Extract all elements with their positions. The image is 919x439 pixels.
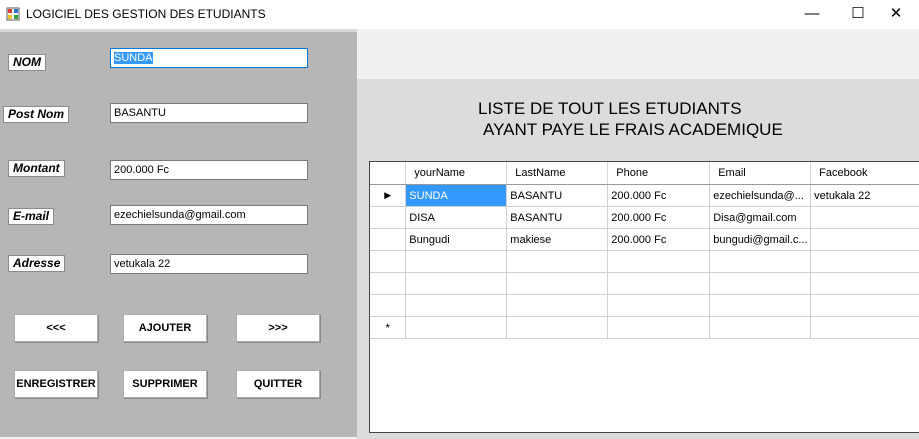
- table-row-new[interactable]: *: [370, 316, 919, 339]
- table-row[interactable]: ▶ SUNDA BASANTU 200.000 Fc ezechielsunda…: [370, 184, 919, 207]
- table-cell[interactable]: [506, 272, 609, 295]
- row-header[interactable]: [370, 228, 407, 251]
- email-input[interactable]: ezechielsunda@gmail.com: [110, 205, 308, 225]
- table-cell[interactable]: 200.000 Fc: [607, 228, 711, 251]
- nom-input[interactable]: SUNDA: [110, 48, 308, 68]
- table-cell[interactable]: BASANTU: [506, 206, 609, 229]
- close-button[interactable]: ✕: [873, 0, 919, 29]
- window-title: LOGICIEL DES GESTION DES ETUDIANTS: [26, 7, 266, 21]
- table-cell[interactable]: [810, 272, 919, 295]
- table-cell[interactable]: [709, 294, 812, 317]
- table-cell[interactable]: [506, 250, 609, 273]
- table-cell[interactable]: [810, 228, 919, 251]
- table-cell[interactable]: [607, 272, 711, 295]
- title-bar: LOGICIEL DES GESTION DES ETUDIANTS — ☐ ✕: [0, 0, 919, 29]
- delete-button[interactable]: SUPPRIMER: [123, 370, 207, 398]
- row-header[interactable]: [370, 250, 407, 273]
- table-cell[interactable]: Bungudi: [405, 228, 508, 251]
- table-row[interactable]: [370, 250, 919, 273]
- postnom-input[interactable]: BASANTU: [110, 103, 308, 123]
- table-cell[interactable]: BASANTU: [506, 184, 609, 207]
- column-header-yourname[interactable]: yourName: [405, 162, 508, 185]
- table-cell[interactable]: [709, 316, 812, 339]
- table-row[interactable]: Bungudi makiese 200.000 Fc bungudi@gmail…: [370, 228, 919, 251]
- list-heading-line2: AYANT PAYE LE FRAIS ACADEMIQUE: [483, 120, 783, 139]
- next-button[interactable]: >>>: [236, 314, 320, 342]
- adresse-label: Adresse: [8, 255, 66, 272]
- email-label: E-mail: [8, 208, 55, 225]
- postnom-label: Post Nom: [3, 106, 70, 123]
- column-header-facebook[interactable]: Facebook: [810, 162, 919, 185]
- table-cell[interactable]: [810, 294, 919, 317]
- adresse-input[interactable]: vetukala 22: [110, 254, 308, 274]
- table-cell[interactable]: [709, 250, 812, 273]
- table-cell[interactable]: makiese: [506, 228, 609, 251]
- table-cell[interactable]: SUNDA: [405, 184, 508, 207]
- table-cell[interactable]: [607, 294, 711, 317]
- column-header-lastname[interactable]: LastName: [506, 162, 609, 185]
- add-button[interactable]: AJOUTER: [123, 314, 207, 342]
- table-cell[interactable]: 200.000 Fc: [607, 184, 711, 207]
- table-cell[interactable]: Disa@gmail.com: [709, 206, 812, 229]
- row-header[interactable]: [370, 294, 407, 317]
- row-header[interactable]: [370, 206, 407, 229]
- montant-label: Montant: [8, 160, 65, 177]
- students-grid[interactable]: yourName LastName Phone Email Facebook ▶…: [369, 161, 919, 433]
- row-header[interactable]: [370, 272, 407, 295]
- nom-input-value: SUNDA: [114, 52, 153, 64]
- table-cell[interactable]: [405, 316, 508, 339]
- students-table: yourName LastName Phone Email Facebook ▶…: [370, 162, 919, 339]
- table-cell[interactable]: [810, 316, 919, 339]
- table-cell[interactable]: [810, 250, 919, 273]
- table-cell[interactable]: 200.000 Fc: [607, 206, 711, 229]
- table-cell[interactable]: vetukala 22: [810, 184, 919, 207]
- table-cell[interactable]: DISA: [405, 206, 508, 229]
- column-header-email[interactable]: Email: [709, 162, 812, 185]
- grid-header-row: yourName LastName Phone Email Facebook: [370, 162, 919, 185]
- table-cell[interactable]: ezechielsunda@...: [709, 184, 812, 207]
- table-row[interactable]: DISA BASANTU 200.000 Fc Disa@gmail.com: [370, 206, 919, 229]
- table-row[interactable]: [370, 272, 919, 295]
- previous-button[interactable]: <<<: [14, 314, 98, 342]
- table-cell[interactable]: [607, 250, 711, 273]
- list-heading-line1: LISTE DE TOUT LES ETUDIANTS: [478, 99, 742, 118]
- quit-button[interactable]: QUITTER: [236, 370, 320, 398]
- table-cell[interactable]: [506, 294, 609, 317]
- table-cell[interactable]: [506, 316, 609, 339]
- table-row[interactable]: [370, 294, 919, 317]
- montant-input[interactable]: 200.000 Fc: [110, 160, 308, 180]
- new-row-indicator-icon[interactable]: *: [370, 316, 407, 339]
- table-cell[interactable]: bungudi@gmail.c...: [709, 228, 812, 251]
- table-cell[interactable]: [607, 316, 711, 339]
- table-cell[interactable]: [709, 272, 812, 295]
- list-heading: LISTE DE TOUT LES ETUDIANTS AYANT PAYE L…: [478, 98, 783, 140]
- app-icon: [6, 7, 20, 21]
- column-header-phone[interactable]: Phone: [607, 162, 711, 185]
- minimize-button[interactable]: —: [789, 0, 835, 29]
- table-cell[interactable]: [405, 294, 508, 317]
- nom-label: NOM: [8, 54, 46, 71]
- table-cell[interactable]: [810, 206, 919, 229]
- current-row-indicator-icon[interactable]: ▶: [370, 184, 407, 207]
- table-cell[interactable]: [405, 250, 508, 273]
- save-button[interactable]: ENREGISTRER: [14, 370, 98, 398]
- table-cell[interactable]: [405, 272, 508, 295]
- row-header-corner: [370, 162, 407, 185]
